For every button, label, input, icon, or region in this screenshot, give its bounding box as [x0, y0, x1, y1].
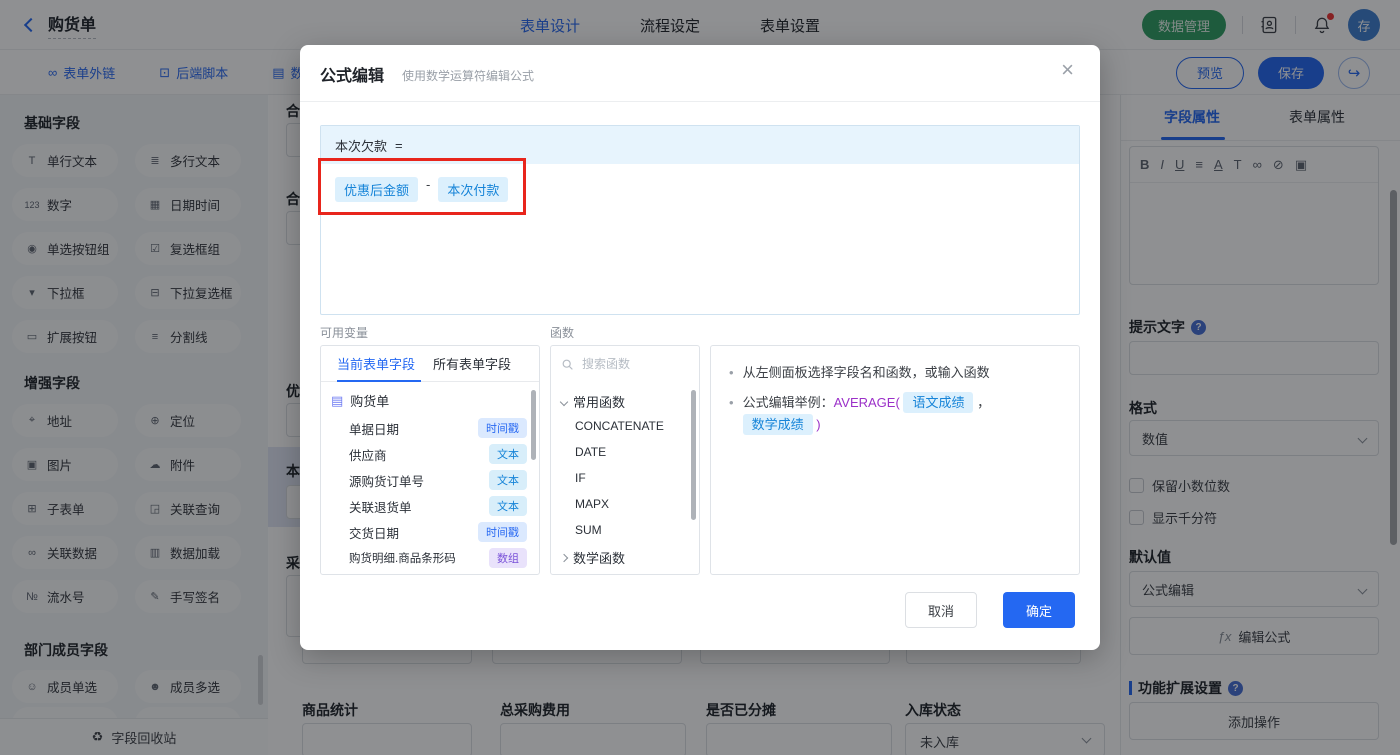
variables-panel: 当前表单字段 所有表单字段 ▤ 购货单 单据日期 时间戳 供应商 文本 源购货订单号… — [320, 345, 540, 575]
tab-current-form-fields[interactable]: 当前表单字段 — [337, 354, 415, 373]
active-variables-tab-underline — [337, 380, 421, 382]
type-badge: 文本 — [489, 444, 527, 464]
help-bullet-2: • 公式编辑举例：AVERAGE( 语文成绩 ， 数学成绩 ) — [729, 392, 1061, 436]
chevron-open-icon — [559, 397, 569, 406]
formula-input-area[interactable]: 优惠后金额 - 本次付款 — [321, 164, 1079, 314]
formula-chip-discounted-amount[interactable]: 优惠后金额 — [335, 177, 419, 202]
function-date[interactable]: DATE — [575, 445, 606, 459]
chevron-closed-icon — [559, 553, 569, 562]
search-function-input[interactable] — [582, 357, 682, 371]
help-bullet-1: • 从左侧面板选择字段名和函数，或输入函数 — [729, 365, 990, 380]
function-group-math[interactable]: 数学函数 — [559, 548, 625, 567]
function-group-text[interactable]: 文本函数 — [561, 573, 625, 574]
formula-edit-modal: 公式编辑 使用数学运算符编辑公式 × 本次欠款 = 优惠后金额 - 本次付款 可… — [300, 45, 1100, 650]
variable-row[interactable]: 供应商 文本 — [349, 442, 527, 466]
tab-all-form-fields[interactable]: 所有表单字段 — [433, 354, 511, 373]
variable-row[interactable]: 单据日期 时间戳 — [349, 416, 527, 440]
function-if[interactable]: IF — [575, 471, 586, 485]
functions-panel: 常用函数 CONCATENATE DATE IF MAPX SUM 数学函数 文… — [550, 345, 700, 575]
type-badge: 文本 — [489, 496, 527, 516]
function-group-common[interactable]: 常用函数 — [559, 392, 625, 411]
tree-root-purchase-order[interactable]: ▤ 购货单 — [321, 382, 539, 410]
function-search — [551, 346, 699, 382]
help-panel: • 从左侧面板选择字段名和函数，或输入函数 • 公式编辑举例：AVERAGE( … — [710, 345, 1080, 575]
close-icon[interactable]: × — [1061, 57, 1074, 83]
function-concatenate[interactable]: CONCATENATE — [575, 419, 664, 433]
minus-operator: - — [426, 177, 431, 192]
variable-row[interactable]: 交货日期 时间戳 — [349, 520, 527, 544]
function-mapx[interactable]: MAPX — [575, 497, 609, 511]
example-chip-chinese-score: 语文成绩 — [903, 392, 974, 413]
cancel-button[interactable]: 取消 — [905, 592, 977, 628]
functions-label: 函数 — [550, 326, 575, 340]
variables-scrollbar[interactable] — [531, 390, 536, 460]
document-icon: ▤ — [331, 392, 344, 408]
equals-sign: = — [395, 137, 403, 153]
confirm-button[interactable]: 确定 — [1003, 592, 1075, 628]
formula-target-row: 本次欠款 = — [321, 126, 1079, 164]
search-icon — [561, 358, 574, 371]
example-label: 公式编辑举例： — [742, 395, 834, 410]
formula-editor: 本次欠款 = 优惠后金额 - 本次付款 — [320, 125, 1080, 315]
modal-subtitle: 使用数学运算符编辑公式 — [402, 69, 535, 83]
example-function-name: AVERAGE — [833, 395, 896, 410]
variable-row[interactable]: 关联退货单 文本 — [349, 494, 527, 518]
variable-row[interactable]: 购货明细.商品条形码 数组 — [349, 546, 527, 570]
function-sum[interactable]: SUM — [575, 523, 602, 537]
type-badge: 时间戳 — [478, 418, 527, 438]
divider — [300, 101, 1100, 102]
example-chip-math-score: 数学成绩 — [742, 414, 813, 435]
type-badge: 数组 — [489, 548, 527, 568]
type-badge: 时间戳 — [478, 522, 527, 542]
variables-label: 可用变量 — [320, 326, 369, 340]
formula-chip-current-payment[interactable]: 本次付款 — [438, 177, 509, 202]
functions-scrollbar[interactable] — [691, 390, 696, 520]
formula-target-field: 本次欠款 — [335, 138, 388, 154]
modal-title: 公式编辑 — [320, 68, 385, 85]
variable-row[interactable]: 源购货订单号 文本 — [349, 468, 527, 492]
type-badge: 文本 — [489, 470, 527, 490]
